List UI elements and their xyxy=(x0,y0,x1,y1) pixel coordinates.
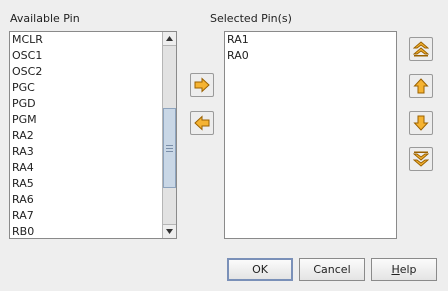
selected-pin-items: RA1 RA0 xyxy=(225,32,249,64)
list-item[interactable]: MCLR xyxy=(10,32,43,48)
help-mnemonic: H xyxy=(391,263,400,276)
selected-pin-list[interactable]: RA1 RA0 xyxy=(224,31,397,239)
list-item[interactable]: OSC2 xyxy=(10,64,43,80)
ok-button[interactable]: OK xyxy=(227,258,293,281)
grip-line xyxy=(166,151,173,152)
scroll-up-button[interactable] xyxy=(163,32,176,46)
list-item[interactable]: RA7 xyxy=(10,208,43,224)
arrow-left-icon xyxy=(194,115,210,131)
list-item[interactable]: RA3 xyxy=(10,144,43,160)
move-down-button[interactable] xyxy=(409,111,433,135)
cancel-button[interactable]: Cancel xyxy=(299,258,365,281)
add-pin-button[interactable] xyxy=(190,73,214,97)
double-chevron-down-icon xyxy=(413,151,429,167)
move-to-bottom-button[interactable] xyxy=(409,147,433,171)
scroll-down-icon xyxy=(166,229,173,234)
list-item[interactable]: PGM xyxy=(10,112,43,128)
grip-line xyxy=(166,145,173,146)
move-up-button[interactable] xyxy=(409,74,433,98)
list-item[interactable]: RA5 xyxy=(10,176,43,192)
scroll-thumb[interactable] xyxy=(163,108,176,188)
available-pin-list[interactable]: MCLR OSC1 OSC2 PGC PGD PGM RA2 RA3 RA4 R… xyxy=(9,31,177,239)
list-item[interactable]: RA4 xyxy=(10,160,43,176)
list-item[interactable]: PGC xyxy=(10,80,43,96)
scroll-down-button[interactable] xyxy=(163,224,176,238)
list-item[interactable]: PGD xyxy=(10,96,43,112)
list-item[interactable]: RB0 xyxy=(10,224,43,238)
arrow-up-icon xyxy=(413,78,429,94)
list-item[interactable]: RA1 xyxy=(225,32,249,48)
list-item[interactable]: RA6 xyxy=(10,192,43,208)
available-pin-label: Available Pin xyxy=(10,12,80,25)
available-list-scrollbar[interactable] xyxy=(162,32,176,238)
move-to-top-button[interactable] xyxy=(409,37,433,61)
remove-pin-button[interactable] xyxy=(190,111,214,135)
help-button[interactable]: Help xyxy=(371,258,437,281)
arrow-down-icon xyxy=(413,115,429,131)
grip-line xyxy=(166,148,173,149)
available-pin-items: MCLR OSC1 OSC2 PGC PGD PGM RA2 RA3 RA4 R… xyxy=(10,32,43,238)
arrow-right-icon xyxy=(194,77,210,93)
scroll-up-icon xyxy=(166,36,173,41)
help-label-rest: elp xyxy=(399,263,417,276)
list-item[interactable]: RA0 xyxy=(225,48,249,64)
list-item[interactable]: RA2 xyxy=(10,128,43,144)
selected-pins-label: Selected Pin(s) xyxy=(210,12,292,25)
double-chevron-up-icon xyxy=(413,41,429,57)
list-item[interactable]: OSC1 xyxy=(10,48,43,64)
